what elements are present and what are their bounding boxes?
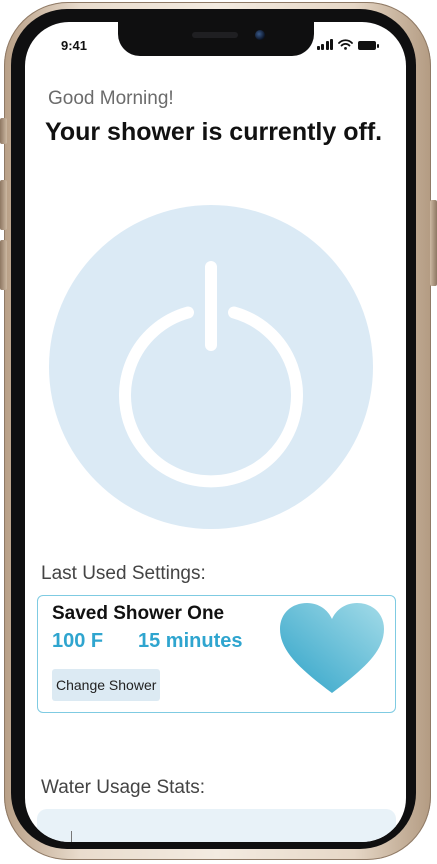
water-usage-stats-card[interactable] xyxy=(37,809,396,842)
battery-icon xyxy=(358,41,379,50)
power-toggle-button[interactable] xyxy=(49,205,373,529)
speaker-grille xyxy=(192,32,238,38)
status-time: 9:41 xyxy=(61,38,88,53)
volume-down-button xyxy=(0,240,7,290)
app-screen: 9:41 Good Morning! Your shower is curren… xyxy=(25,22,406,842)
power-side-button xyxy=(430,200,437,286)
wifi-icon xyxy=(338,39,353,50)
volume-up-button xyxy=(0,180,7,230)
shower-status-headline: Your shower is currently off. xyxy=(45,118,383,146)
text-cursor xyxy=(71,831,72,842)
saved-shower-name: Saved Shower One xyxy=(52,603,225,624)
notch xyxy=(118,22,314,56)
last-used-label: Last Used Settings: xyxy=(41,563,206,584)
heart-icon[interactable] xyxy=(278,601,386,695)
front-camera xyxy=(255,30,265,40)
power-icon xyxy=(119,261,303,488)
change-shower-button[interactable]: Change Shower xyxy=(52,669,161,701)
status-icons xyxy=(316,38,379,50)
water-usage-label: Water Usage Stats: xyxy=(41,777,206,798)
signal-icon xyxy=(316,39,333,50)
saved-shower-card[interactable]: Saved Shower One 100 F 15 minutes Change… xyxy=(37,595,396,713)
greeting-text: Good Morning! xyxy=(48,88,174,109)
saved-shower-duration: 15 minutes xyxy=(138,630,243,652)
mute-switch xyxy=(0,118,7,144)
saved-shower-temperature: 100 F xyxy=(52,630,104,652)
